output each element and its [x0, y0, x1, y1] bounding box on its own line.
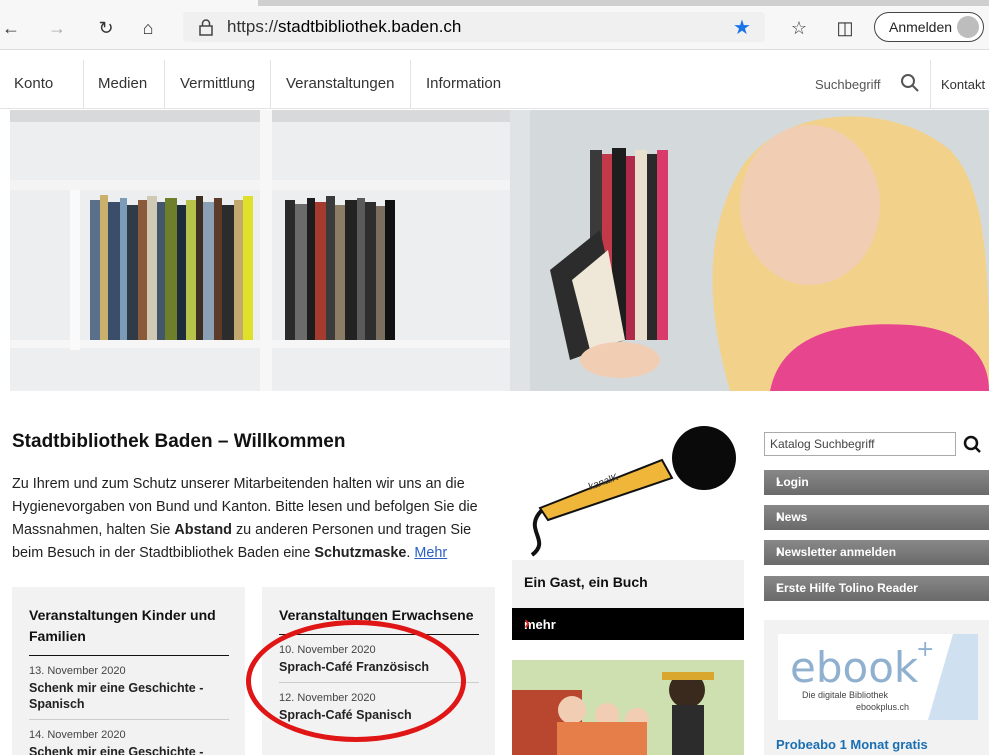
children-illustration[interactable] — [512, 660, 744, 755]
red-highlight-circle — [246, 620, 466, 742]
chevron-right-icon: › — [776, 543, 781, 559]
tab-strip — [258, 0, 989, 6]
signin-button[interactable]: Anmelden — [874, 12, 984, 42]
event-title[interactable]: Schenk mir eine Geschichte - Spanisch — [29, 680, 229, 712]
url-domain: stadtbibliothek.baden.ch — [278, 17, 462, 36]
ebook-logo-text: ebook — [790, 643, 919, 692]
browser-toolbar: ← → ↻ ⌂ https://stadtbibliothek.baden.ch… — [0, 0, 989, 50]
profile-avatar-icon — [957, 16, 979, 38]
forward-icon[interactable]: → — [46, 17, 68, 39]
guest-book-title: Ein Gast, ein Buch — [524, 574, 648, 590]
welcome-more-link[interactable]: Mehr — [414, 545, 447, 561]
nav-divider — [410, 60, 411, 108]
microphone-graphic[interactable]: kanalK — [512, 420, 744, 560]
library-reading-photo — [10, 110, 989, 391]
ebook-logo-sub2: ebookplus.ch — [856, 702, 909, 712]
address-bar[interactable]: https://stadtbibliothek.baden.ch — [183, 12, 765, 42]
ebookplus-logo: ebook + Die digitale Bibliothek ebookplu… — [778, 634, 978, 720]
catalog-search-placeholder: Katalog Suchbegriff — [770, 437, 875, 451]
chevron-right-icon: › — [776, 579, 781, 595]
site-search-input[interactable]: Suchbegriff — [815, 77, 881, 92]
nav-divider — [164, 60, 165, 108]
welcome-text: Zu Ihrem und zum Schutz unserer Mitarbei… — [12, 473, 502, 565]
nav-item-konto[interactable]: Konto — [14, 75, 53, 92]
newsletter-button[interactable]: Newsletter anmelden › — [764, 540, 989, 565]
chevron-right-icon: › — [776, 508, 781, 524]
chevron-right-icon: › — [776, 473, 781, 489]
welcome-bold-mask: Schutzmaske — [314, 545, 407, 561]
catalog-search-icon[interactable] — [958, 432, 988, 456]
nav-item-veranstaltungen[interactable]: Veranstaltungen — [286, 75, 394, 92]
catalog-search-input[interactable]: Katalog Suchbegriff — [764, 432, 956, 456]
event-date: 13. November 2020 — [29, 665, 126, 677]
nav-item-vermittlung[interactable]: Vermittlung — [180, 75, 255, 92]
site-navigation: Konto Medien Vermittlung Veranstaltungen… — [0, 60, 989, 109]
event-title[interactable]: Schenk mir eine Geschichte - — [29, 744, 229, 755]
ebook-logo-plus: + — [916, 637, 934, 662]
event-item[interactable]: 13. November 2020 Schenk mir eine Geschi… — [29, 656, 229, 720]
events-card-kids: Veranstaltungen Kinder und Familien 13. … — [12, 587, 245, 755]
url-prefix: https:// — [227, 17, 279, 36]
search-icon[interactable] — [900, 73, 920, 93]
ebook-trial-link[interactable]: Probeabo 1 Monat gratis — [776, 737, 928, 752]
signin-label: Anmelden — [889, 19, 953, 35]
nav-item-information[interactable]: Information — [426, 75, 501, 92]
guest-more-button[interactable]: mehr › — [512, 608, 744, 640]
home-icon[interactable]: ⌂ — [137, 17, 159, 39]
guest-book-box[interactable]: Ein Gast, ein Buch — [512, 560, 744, 608]
nav-divider — [930, 60, 931, 108]
ebook-promo-box[interactable]: ebook + Die digitale Bibliothek ebookplu… — [764, 620, 989, 755]
hero-image — [10, 110, 989, 391]
lock-icon — [199, 19, 213, 36]
collections-icon[interactable]: ◫ — [834, 17, 856, 39]
page-title: Stadtbibliothek Baden – Willkommen — [12, 431, 346, 452]
nav-item-kontakt[interactable]: Kontakt — [941, 77, 985, 92]
microphone-icon: kanalK — [530, 426, 736, 557]
refresh-icon[interactable]: ↻ — [95, 17, 117, 39]
nav-divider — [270, 60, 271, 108]
chevron-right-icon: › — [524, 613, 530, 633]
url-text: https://stadtbibliothek.baden.ch — [227, 17, 461, 37]
favorite-star-icon[interactable]: ★ — [733, 15, 751, 40]
news-button[interactable]: News › — [764, 505, 989, 530]
event-date: 14. November 2020 — [29, 729, 126, 741]
nav-divider — [83, 60, 84, 108]
ebook-logo-sub1: Die digitale Bibliothek — [802, 690, 889, 700]
login-button[interactable]: Login › — [764, 470, 989, 495]
event-item[interactable]: 14. November 2020 Schenk mir eine Geschi… — [29, 720, 229, 755]
illustration-graphic — [512, 660, 744, 755]
card-heading: Veranstaltungen Kinder und Familien — [29, 605, 229, 656]
back-icon[interactable]: ← — [0, 17, 22, 39]
favorites-list-icon[interactable]: ☆ — [788, 17, 810, 39]
nav-item-medien[interactable]: Medien — [98, 75, 147, 92]
welcome-bold-distance: Abstand — [174, 522, 232, 538]
tolino-help-button[interactable]: Erste Hilfe Tolino Reader › — [764, 576, 989, 601]
